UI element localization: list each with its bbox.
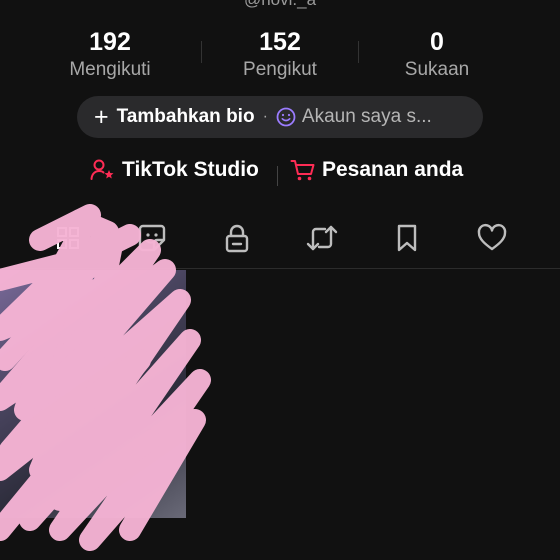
tab-reposts[interactable] <box>302 218 342 258</box>
tab-stickers[interactable] <box>132 218 172 258</box>
bio-bar: + Tambahkan bio · Akaun saya s... <box>77 96 483 138</box>
account-label: Akaun saya s... <box>301 106 432 127</box>
stat-followers[interactable]: 152 Pengikut <box>210 26 350 82</box>
bookmark-icon <box>397 224 417 252</box>
following-label: Mengikuti <box>69 59 151 80</box>
stat-likes[interactable]: 0 Sukaan <box>367 26 507 82</box>
profile-stats: 192 Mengikuti 152 Pengikut 0 Sukaan <box>0 26 560 86</box>
orders-link[interactable]: Pesanan anda <box>290 158 463 182</box>
repost-icon <box>306 225 338 251</box>
heart-icon <box>477 223 507 251</box>
video-thumbnail[interactable] <box>0 270 186 518</box>
add-bio-label: Tambahkan bio <box>116 106 255 127</box>
tiktok-studio-link[interactable]: TikTok Studio <box>90 158 259 182</box>
tab-liked[interactable] <box>472 218 512 258</box>
likes-count: 0 <box>430 28 444 56</box>
bio-separator: · <box>262 108 268 125</box>
profile-links: TikTok Studio Pesanan anda <box>0 158 560 192</box>
user-star-icon <box>90 159 114 180</box>
lock-icon <box>225 224 249 253</box>
tab-videos[interactable] <box>48 218 88 258</box>
add-bio-button[interactable]: + Tambahkan bio <box>94 103 255 131</box>
stat-following[interactable]: 192 Mengikuti <box>40 26 180 82</box>
grid-icon <box>57 227 79 249</box>
stat-divider <box>201 41 202 63</box>
tab-divider <box>0 268 560 269</box>
tab-favorites[interactable] <box>387 218 427 258</box>
orders-label: Pesanan anda <box>322 158 464 181</box>
account-button[interactable]: Akaun saya s... <box>276 106 432 128</box>
stat-divider <box>358 41 359 63</box>
cart-icon <box>290 160 315 181</box>
profile-tabs <box>0 218 560 258</box>
followers-count: 152 <box>259 28 301 56</box>
likes-label: Sukaan <box>404 59 470 80</box>
tiktok-studio-label: TikTok Studio <box>122 158 259 181</box>
followers-label: Pengikut <box>243 59 317 80</box>
plus-icon: + <box>94 103 109 131</box>
tab-private[interactable] <box>217 218 257 258</box>
links-divider <box>277 166 278 186</box>
following-count: 192 <box>89 28 131 56</box>
sticker-icon <box>138 224 166 252</box>
smiley-icon <box>276 107 296 127</box>
profile-handle: @novi._a <box>0 0 560 10</box>
